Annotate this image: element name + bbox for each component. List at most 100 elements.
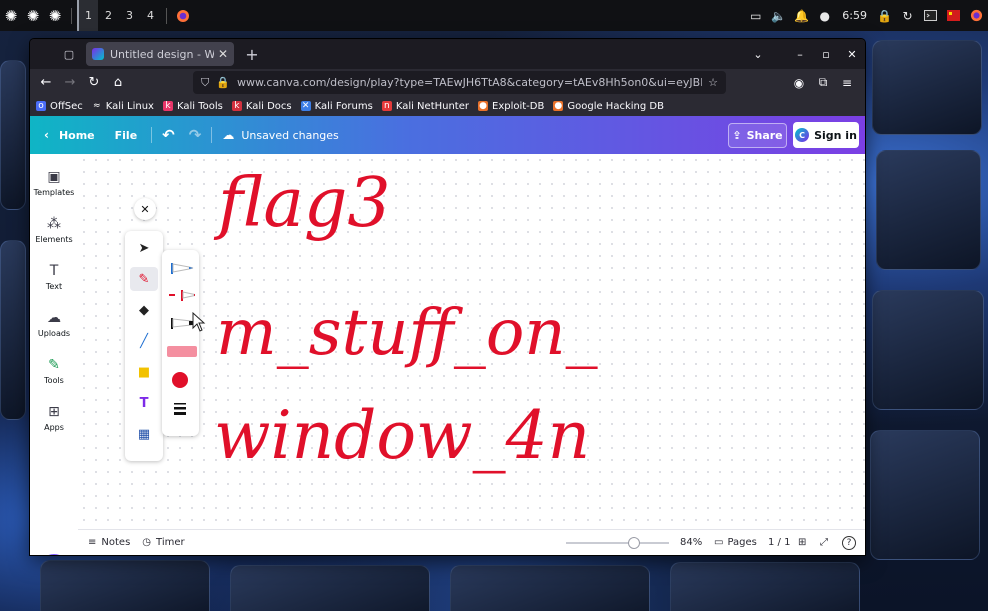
zoom-slider[interactable] xyxy=(566,537,669,549)
sidebar-item-text[interactable]: T Text xyxy=(30,262,78,291)
page-count[interactable]: 1 / 1 xyxy=(768,537,790,548)
extensions-icon[interactable]: ⧉ xyxy=(811,75,835,90)
close-tab-icon[interactable]: ✕ xyxy=(218,47,228,61)
undo-icon[interactable]: ↶ xyxy=(162,126,175,144)
redo-icon[interactable]: ↷ xyxy=(189,126,202,144)
bookmark-google-hacking-db[interactable]: ● Google Hacking DB xyxy=(553,101,664,112)
refresh-icon[interactable]: ↻ xyxy=(896,0,919,31)
home-icon[interactable]: ⌂ xyxy=(106,71,130,95)
zoom-slider-thumb[interactable] xyxy=(627,537,640,549)
sign-in-button[interactable]: C Sign in xyxy=(793,122,859,148)
close-window-icon[interactable]: ✕ xyxy=(839,48,865,61)
pages-label: Pages xyxy=(727,537,757,548)
draw-tools-icon: ✎ xyxy=(48,357,60,373)
bookmark-kali-forums[interactable]: ✕ Kali Forums xyxy=(300,101,373,112)
terminal-icon[interactable] xyxy=(919,0,942,31)
url-text[interactable]: www.canva.com/design/play?type=TAEwJH6Tt… xyxy=(237,76,702,89)
table-tool-icon[interactable]: ▦ xyxy=(130,422,158,446)
minimize-icon[interactable]: – xyxy=(787,48,813,61)
magic-assistant-button[interactable]: ✦ xyxy=(39,554,69,555)
url-bar[interactable]: ⛉ 🔒 www.canva.com/design/play?type=TAEwJ… xyxy=(193,71,726,94)
timer-button[interactable]: ◷ Timer xyxy=(142,537,184,548)
bookmark-offsec[interactable]: o OffSec xyxy=(36,101,83,112)
share-button[interactable]: ⇪ Share xyxy=(728,123,787,148)
bg-key xyxy=(230,565,430,611)
notes-button[interactable]: ≡ Notes xyxy=(88,537,130,548)
bg-key xyxy=(872,40,982,135)
panel-separator xyxy=(71,7,72,24)
back-icon[interactable]: ← xyxy=(34,71,58,95)
close-tools-icon[interactable]: ✕ xyxy=(134,198,156,220)
app-launcher-icon[interactable]: ✺ xyxy=(22,0,44,31)
timer-icon: ◷ xyxy=(142,537,152,548)
pen-tool-icon[interactable]: ✎ xyxy=(130,267,158,291)
firefox-icon[interactable] xyxy=(965,0,988,31)
bookmark-exploit-db[interactable]: ● Exploit-DB xyxy=(478,101,544,112)
whiteboard-canvas[interactable]: flag3 m_stuff_on_ window_4n ✕ ➤ ✎ ◆ ╱ ■ … xyxy=(78,154,865,529)
bookmarks-toolbar: o OffSec ≈ Kali Linux k Kali Tools k Kali Do… xyxy=(30,96,865,116)
save-status[interactable]: ☁ Unsaved changes xyxy=(222,128,338,142)
browser-tab[interactable]: Untitled design - Whiteboard ✕ xyxy=(86,42,234,66)
home-link[interactable]: ‹ Home xyxy=(44,128,95,142)
help-icon[interactable]: ? xyxy=(842,535,856,550)
bookmark-star-icon[interactable]: ☆ xyxy=(708,76,718,89)
file-menu[interactable]: File xyxy=(115,129,138,142)
notification-bell-icon[interactable]: 🔔 xyxy=(790,0,813,31)
sidebar-item-templates[interactable]: ▣ Templates xyxy=(30,168,78,197)
list-all-tabs-icon[interactable]: ⌄ xyxy=(745,48,771,61)
workspace-4[interactable]: 4 xyxy=(140,0,161,31)
save-status-label: Unsaved changes xyxy=(241,128,339,142)
volume-icon[interactable]: 🔈 xyxy=(767,0,790,31)
workspace-3[interactable]: 3 xyxy=(119,0,140,31)
bookmark-kali-linux[interactable]: ≈ Kali Linux xyxy=(92,101,154,112)
mouse-cursor-icon xyxy=(192,311,206,336)
sidebar-item-uploads[interactable]: ☁ Uploads xyxy=(30,309,78,338)
bookmark-kali-docs[interactable]: k Kali Docs xyxy=(231,101,292,112)
shapes-icon[interactable]: ◆ xyxy=(130,298,158,322)
line-tool-icon[interactable]: ╱ xyxy=(130,329,158,353)
sidebar-item-elements[interactable]: ⁂ Elements xyxy=(30,215,78,244)
zoom-level[interactable]: 84% xyxy=(680,537,702,548)
reload-icon[interactable]: ↻ xyxy=(82,71,106,95)
select-pointer-icon[interactable]: ➤ xyxy=(130,236,158,260)
menu-icon[interactable]: ≡ xyxy=(835,76,859,90)
firefox-window: ▢ Untitled design - Whiteboard ✕ + ⌄ – ▫… xyxy=(30,39,865,555)
workspace-1[interactable]: 1 xyxy=(77,0,98,31)
account-icon[interactable]: ◉ xyxy=(787,76,811,90)
bookmark-kali-tools[interactable]: k Kali Tools xyxy=(162,101,223,112)
tab-list-icon[interactable]: ▢ xyxy=(58,43,80,65)
fine-pen-red-icon[interactable] xyxy=(167,285,195,305)
kali-forums-icon: ✕ xyxy=(300,101,311,111)
flag-icon[interactable] xyxy=(942,0,965,31)
text-tool-icon[interactable]: T xyxy=(130,391,158,415)
grid-view-icon[interactable]: ⊞ xyxy=(798,537,806,548)
offsec-icon: o xyxy=(36,101,46,111)
workspace-2[interactable]: 2 xyxy=(98,0,119,31)
sidebar-item-label: Templates xyxy=(33,188,75,197)
color-picker-red-icon[interactable] xyxy=(167,370,195,390)
bookmark-kali-nethunter[interactable]: n Kali NetHunter xyxy=(381,101,469,112)
sidebar-item-label: Elements xyxy=(35,235,73,244)
sticky-note-icon[interactable]: ■ xyxy=(130,360,158,384)
bookmark-label: OffSec xyxy=(50,100,83,112)
sidebar-item-apps[interactable]: ⊞ Apps xyxy=(30,403,78,432)
sidebar-item-tools[interactable]: ✎ Tools xyxy=(30,356,78,385)
power-icon[interactable]: ● xyxy=(813,0,836,31)
app-launcher-icon[interactable]: ✺ xyxy=(44,0,66,31)
fullscreen-icon[interactable]: ⤢ xyxy=(820,537,828,548)
marker-black-icon[interactable] xyxy=(167,313,195,333)
display-icon[interactable]: ▭ xyxy=(744,0,767,31)
lock-icon[interactable]: 🔒 xyxy=(873,0,896,31)
highlighter-pink-icon[interactable] xyxy=(167,341,197,361)
marker-pen-blue-icon[interactable] xyxy=(167,258,195,278)
new-tab-icon[interactable]: + xyxy=(242,45,262,64)
lock-icon[interactable]: 🔒 xyxy=(216,76,230,89)
tracking-shield-icon[interactable]: ⛉ xyxy=(201,76,209,90)
forward-icon[interactable]: → xyxy=(58,71,82,95)
app-menu-icon[interactable]: ✺ xyxy=(0,0,22,31)
stroke-weight-icon[interactable] xyxy=(167,398,195,418)
firefox-taskbar-icon[interactable] xyxy=(172,0,194,31)
pages-button[interactable]: ▭ Pages xyxy=(714,537,757,548)
clock[interactable]: 6:59 xyxy=(836,9,873,22)
maximize-icon[interactable]: ▫ xyxy=(813,48,839,61)
